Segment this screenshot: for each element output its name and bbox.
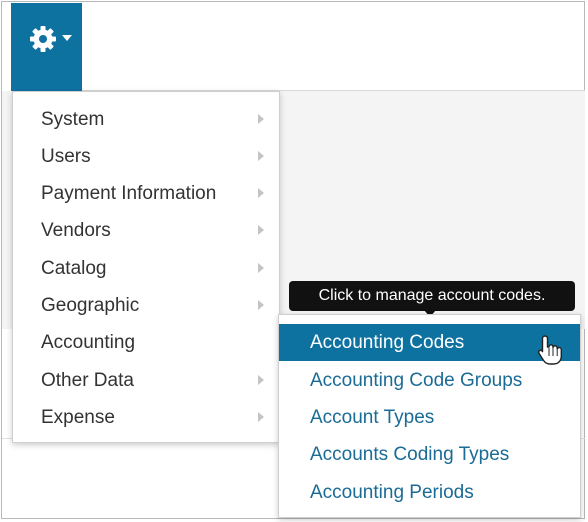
- menu-item-label: Vendors: [41, 220, 111, 241]
- submenu-item-label: Account Types: [310, 407, 435, 428]
- menu-item-label: Payment Information: [41, 183, 217, 204]
- hand-pointer-icon: [537, 335, 562, 365]
- submenu-item-accounts-coding-types[interactable]: Accounts Coding Types: [279, 436, 580, 473]
- menu-item-payment-information[interactable]: Payment Information: [13, 174, 279, 211]
- settings-dropdown-menu: System Users Payment Information Vendors…: [12, 91, 280, 443]
- menu-item-label: Catalog: [41, 258, 107, 279]
- submenu-item-accounting-code-groups[interactable]: Accounting Code Groups: [279, 362, 580, 399]
- menu-item-geographic[interactable]: Geographic: [13, 286, 279, 323]
- menu-item-system[interactable]: System: [13, 100, 279, 137]
- submenu-item-label: Accounting Periods: [310, 482, 474, 503]
- menu-item-other-data[interactable]: Other Data: [13, 361, 279, 398]
- menu-item-users[interactable]: Users: [13, 137, 279, 174]
- menu-item-expense[interactable]: Expense: [13, 398, 279, 435]
- submenu-item-account-types[interactable]: Account Types: [279, 399, 580, 436]
- menu-item-label: Other Data: [41, 370, 134, 391]
- menu-item-vendors[interactable]: Vendors: [13, 211, 279, 248]
- menu-item-accounting[interactable]: Accounting: [13, 323, 279, 360]
- tooltip: Click to manage account codes.: [289, 281, 575, 311]
- menu-item-catalog[interactable]: Catalog: [13, 249, 279, 286]
- gear-icon: [30, 26, 56, 52]
- menu-item-label: Geographic: [41, 295, 140, 316]
- menu-item-label: System: [41, 109, 105, 130]
- chevron-right-icon: [258, 375, 264, 385]
- menu-item-label: Users: [41, 146, 91, 167]
- chevron-right-icon: [258, 114, 264, 124]
- chevron-right-icon: [258, 225, 264, 235]
- submenu-item-label: Accounts Coding Types: [310, 444, 510, 465]
- chevron-right-icon: [258, 151, 264, 161]
- submenu-item-label: Accounting Code Groups: [310, 370, 523, 391]
- submenu-item-label: Accounting Codes: [310, 332, 465, 353]
- submenu-item-accounting-periods[interactable]: Accounting Periods: [279, 474, 580, 511]
- chevron-right-icon: [258, 412, 264, 422]
- chevron-right-icon: [258, 263, 264, 273]
- chevron-right-icon: [258, 188, 264, 198]
- menu-item-label: Accounting: [41, 332, 136, 353]
- settings-menu-button[interactable]: [11, 3, 82, 91]
- chevron-right-icon: [258, 300, 264, 310]
- caret-down-icon: [62, 35, 72, 41]
- menu-item-label: Expense: [41, 407, 115, 428]
- submenu-item-accounting-codes[interactable]: Accounting Codes: [279, 324, 580, 361]
